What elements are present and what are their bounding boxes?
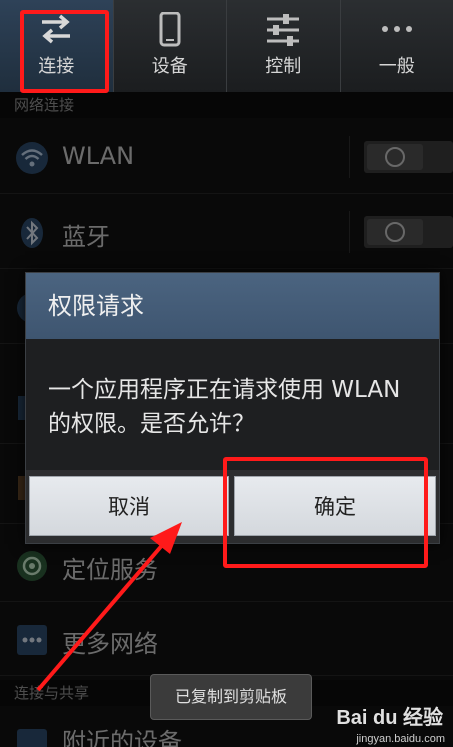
- dialog-title: 权限请求: [26, 273, 439, 339]
- sliders-icon: [267, 14, 300, 46]
- phone-icon: [159, 12, 181, 47]
- tab-controls[interactable]: 控制: [226, 0, 340, 92]
- cancel-button[interactable]: 取消: [29, 476, 229, 536]
- watermark-url: jingyan.baidu.com: [356, 733, 445, 745]
- tab-device[interactable]: 设备: [112, 0, 227, 92]
- watermark-logo: Bai du 经验 jingyan.baidu.com: [327, 701, 447, 745]
- watermark-brand: Bai du 经验: [336, 707, 443, 729]
- highlight-box: [223, 457, 428, 568]
- tab-label: 一般: [378, 56, 415, 77]
- toast: 已复制到剪贴板: [150, 674, 312, 720]
- tab-label: 设备: [151, 56, 188, 77]
- tab-label: 控制: [265, 56, 302, 77]
- dialog-message: 一个应用程序正在请求使用 WLAN 的权限。是否允许？: [48, 377, 401, 437]
- tab-general[interactable]: 一般: [339, 0, 453, 92]
- more-dots-icon: [381, 26, 412, 32]
- highlight-box: [20, 10, 109, 93]
